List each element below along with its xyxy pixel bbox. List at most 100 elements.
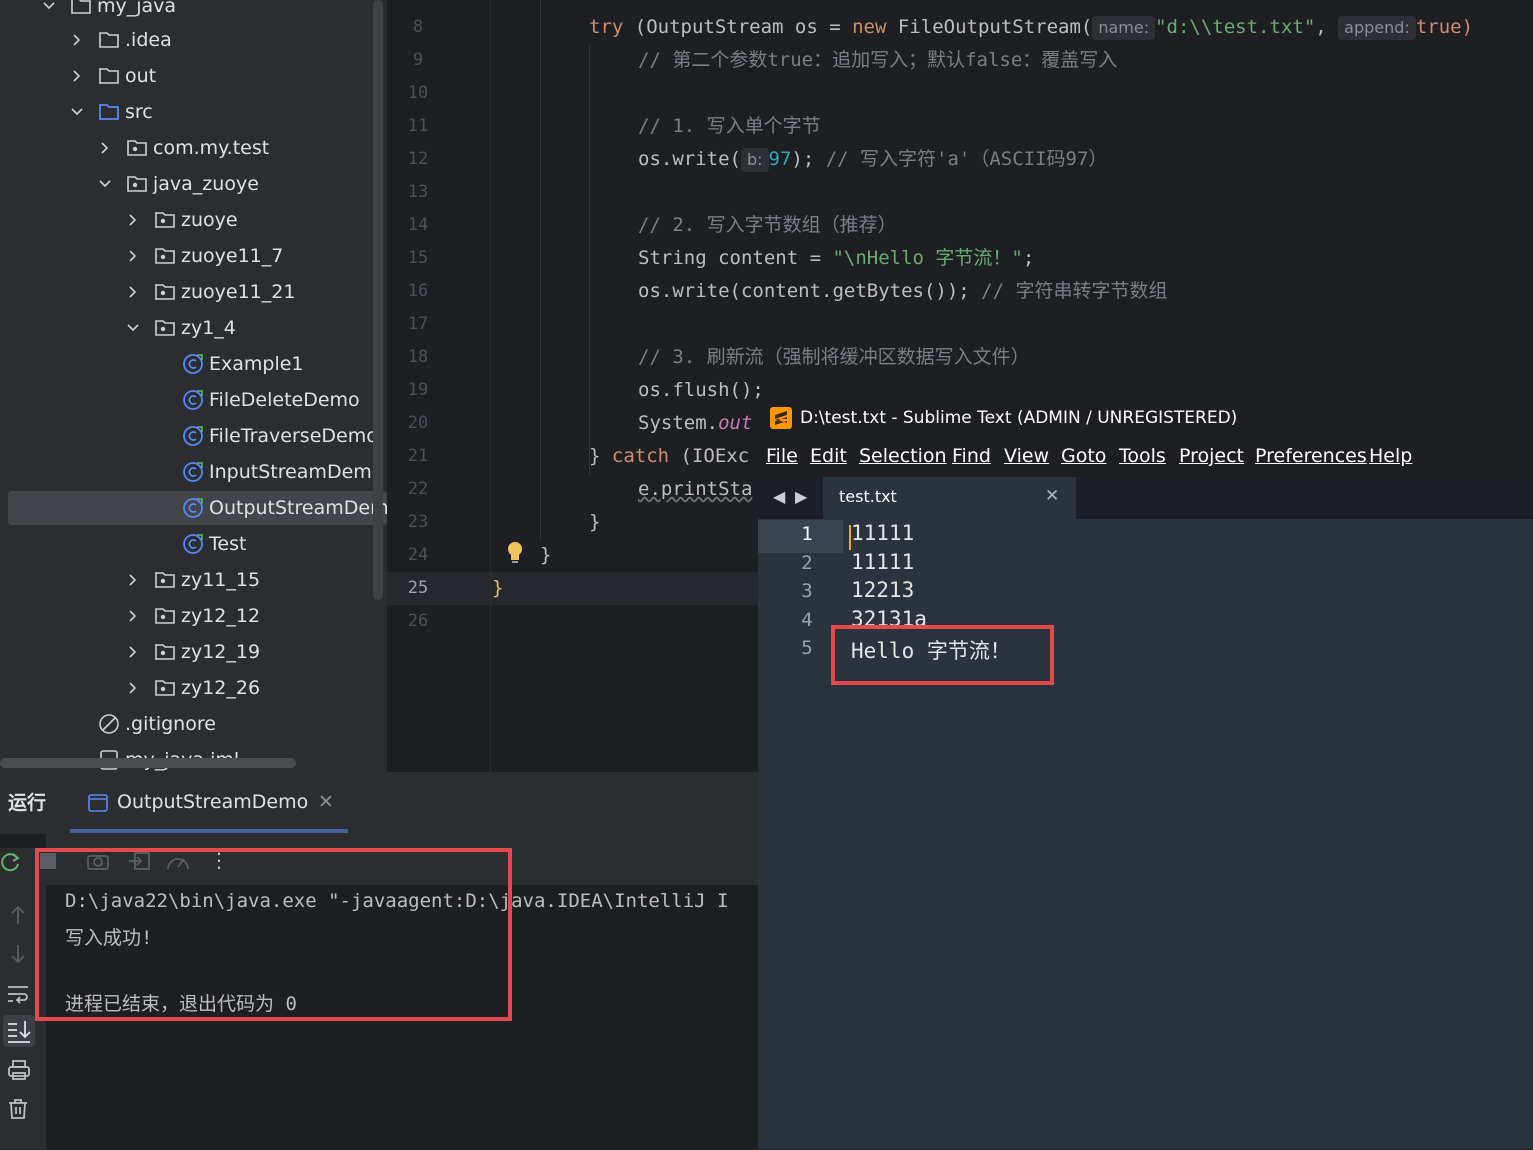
console-highlight-box [35,848,512,1021]
tree-item[interactable]: FileDeleteDemo [0,382,387,418]
folder-icon [70,0,92,17]
tree-item-label: zuoye [181,209,238,231]
chevron-right-icon[interactable] [124,562,142,598]
tree-item-label: java_zuoye [153,173,259,195]
tree-item[interactable]: Test [0,526,387,562]
package-icon [154,317,176,339]
line-number: 22 [407,479,429,499]
code-line-8: try (OutputStream os = new FileOutputStr… [589,16,1474,40]
line-number: 18 [407,347,429,367]
tree-item[interactable]: com.my.test [0,130,387,166]
tree-item-label: OutputStreamDemo [209,497,401,519]
tree-item[interactable]: out [0,58,387,94]
code-line-11: // 1. 写入单个字节 [638,115,821,137]
trash-icon[interactable] [7,1098,29,1120]
class-icon [182,425,204,447]
tree-item[interactable]: FileTraverseDemo [0,418,387,454]
tab-nav-right-icon[interactable]: ▶ [795,487,807,506]
soft-wrap-icon[interactable] [6,983,30,1005]
package-icon [154,569,176,591]
lightbulb-icon[interactable] [505,540,525,566]
chevron-down-icon[interactable] [96,166,114,202]
rerun-icon[interactable] [0,850,22,874]
code-line-23: } [589,511,601,533]
menu-item-edit[interactable]: Edit [810,439,847,473]
class-icon [182,497,204,519]
line-number: 13 [407,182,429,202]
close-tab-icon[interactable]: ✕ [318,791,334,813]
chevron-right-icon[interactable] [124,598,142,634]
indent-guide [540,0,541,540]
sublime-text-line[interactable]: 11111 [851,550,914,574]
class-icon [182,353,204,375]
menu-item-goto[interactable]: Goto [1061,439,1106,473]
sublime-text-line[interactable]: 11111 [851,521,914,545]
menu-item-view[interactable]: View [1004,439,1049,473]
tree-item[interactable]: java_zuoye [0,166,387,202]
menu-item-preferences[interactable]: Preferences [1255,439,1367,473]
tree-item[interactable]: zuoye11_7 [0,238,387,274]
chevron-right-icon[interactable] [68,22,86,58]
param-hint-b: b: [740,148,769,172]
tree-item[interactable]: .idea [0,22,387,58]
tree-item[interactable]: zy11_15 [0,562,387,598]
scroll-up-icon[interactable] [8,904,28,926]
tab-test-txt[interactable]: test.txt ✕ [823,477,1076,519]
code-line-15: String content = "\nHello 字节流！"; [638,247,1035,269]
tree-item-label: Test [209,533,247,555]
tree-item[interactable]: InputStreamDemo [0,454,387,490]
chevron-right-icon[interactable] [124,634,142,670]
tree-item[interactable]: zuoye [0,202,387,238]
line-number: 12 [407,149,429,169]
tree-item[interactable]: OutputStreamDemo [0,490,400,526]
param-hint-append: append: [1338,16,1416,40]
chevron-right-icon[interactable] [124,202,142,238]
source-folder-icon [98,101,120,123]
sublime-line-number: 3 [801,580,813,602]
tree-item[interactable]: .gitignore [0,706,387,742]
tree-horizontal-scrollbar[interactable] [0,758,296,768]
package-icon [154,677,176,699]
tab-nav-left-icon[interactable]: ◀ [773,487,785,506]
tree-vertical-scrollbar[interactable] [373,0,383,600]
tree-item-label: my_java [97,0,177,17]
tree-item[interactable]: zy12_26 [0,670,387,706]
menu-item-project[interactable]: Project [1179,439,1244,473]
tree-item[interactable]: zy12_19 [0,634,387,670]
tree-item-label: com.my.test [153,137,270,159]
tree-item[interactable]: my_java [0,0,387,24]
menu-item-find[interactable]: Find [952,439,991,473]
code-line-22: e.printSta [638,478,753,500]
chevron-down-icon[interactable] [124,310,142,346]
tree-item[interactable]: Example1 [0,346,387,382]
menu-item-selection[interactable]: Selection [859,439,947,473]
chevron-right-icon[interactable] [96,130,114,166]
line-number: 10 [407,83,429,103]
package-icon [126,173,148,195]
chevron-down-icon[interactable] [40,0,58,24]
menu-item-help[interactable]: Help [1369,439,1412,473]
print-icon[interactable] [7,1059,31,1081]
chevron-right-icon[interactable] [124,274,142,310]
code-line-14: // 2. 写入字节数组（推荐） [638,214,897,236]
menu-item-tools[interactable]: Tools [1119,439,1166,473]
scroll-to-end-button[interactable] [3,1015,35,1047]
chevron-right-icon[interactable] [124,238,142,274]
chevron-right-icon[interactable] [68,58,86,94]
close-tab-icon[interactable]: ✕ [1045,486,1059,506]
scroll-down-icon[interactable] [8,943,28,965]
tab-output-stream-demo[interactable]: OutputStreamDemo ✕ [70,775,348,833]
tree-item[interactable]: zy12_12 [0,598,387,634]
chevron-right-icon[interactable] [124,670,142,706]
tree-item[interactable]: zuoye11_21 [0,274,387,310]
sublime-text-line[interactable]: 12213 [851,578,914,602]
tree-item[interactable]: zy1_4 [0,310,387,346]
folder-icon [98,29,120,51]
package-icon [154,281,176,303]
chevron-down-icon[interactable] [68,94,86,130]
menu-item-file[interactable]: File [766,439,798,473]
line-number: 24 [407,545,429,565]
tree-item[interactable]: src [0,94,387,130]
output-highlight-box [831,625,1054,685]
tree-item-label: FileDeleteDemo [209,389,360,411]
